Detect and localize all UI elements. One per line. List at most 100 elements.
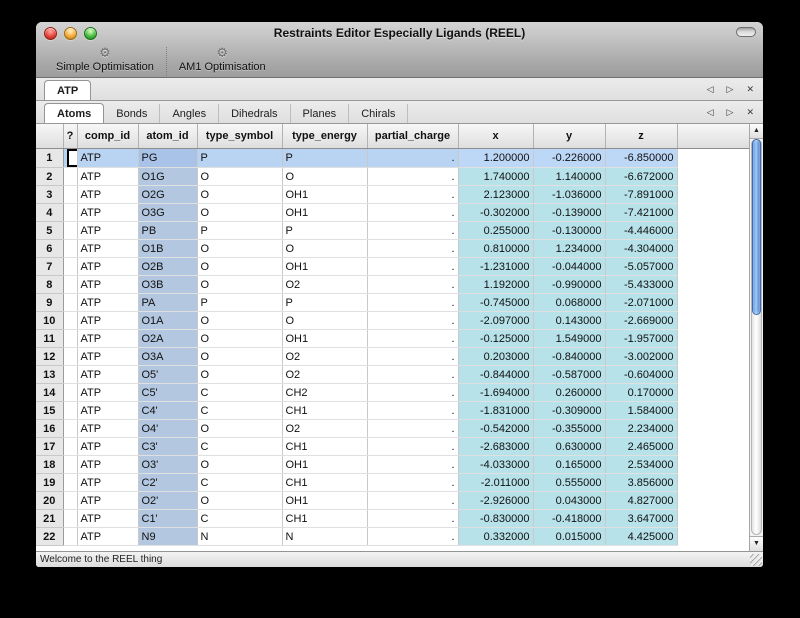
partial-charge-cell[interactable]: . [367, 258, 458, 276]
y-cell[interactable]: 1.140000 [533, 168, 605, 186]
type-symbol-cell[interactable]: P [197, 222, 282, 240]
z-cell[interactable]: -0.604000 [605, 366, 677, 384]
comp-id-cell[interactable]: ATP [77, 276, 138, 294]
question-cell[interactable] [63, 168, 77, 186]
comp-id-cell[interactable]: ATP [77, 186, 138, 204]
question-cell[interactable] [63, 366, 77, 384]
table-row[interactable]: 22ATPN9NN.0.3320000.0150004.425000 [36, 528, 749, 546]
tab-scroll-left-icon[interactable]: ◁ [707, 84, 714, 95]
column-header-comp-id[interactable]: comp_id [77, 124, 138, 149]
comp-id-cell[interactable]: ATP [77, 528, 138, 546]
x-cell[interactable]: -2.926000 [458, 492, 533, 510]
y-cell[interactable]: 1.234000 [533, 240, 605, 258]
type-energy-cell[interactable]: CH1 [282, 510, 367, 528]
x-cell[interactable]: 0.203000 [458, 348, 533, 366]
type-symbol-cell[interactable]: O [197, 420, 282, 438]
tab-close-icon[interactable]: ✕ [746, 107, 754, 118]
row-number[interactable]: 3 [36, 186, 63, 204]
x-cell[interactable]: -0.830000 [458, 510, 533, 528]
type-energy-cell[interactable]: O2 [282, 276, 367, 294]
row-number[interactable]: 6 [36, 240, 63, 258]
table-row[interactable]: 9ATPPAPP.-0.7450000.068000-2.071000 [36, 294, 749, 312]
y-cell[interactable]: -0.309000 [533, 402, 605, 420]
y-cell[interactable]: -0.044000 [533, 258, 605, 276]
atom-id-cell[interactable]: C2' [138, 474, 197, 492]
row-number[interactable]: 10 [36, 312, 63, 330]
scroll-down-icon[interactable]: ▼ [750, 536, 763, 551]
question-cell[interactable] [63, 492, 77, 510]
x-cell[interactable]: -1.231000 [458, 258, 533, 276]
comp-id-cell[interactable]: ATP [77, 456, 138, 474]
tab-atoms[interactable]: Atoms [44, 103, 104, 123]
table-row[interactable]: 12ATPO3AOO2.0.203000-0.840000-3.002000 [36, 348, 749, 366]
type-symbol-cell[interactable]: O [197, 366, 282, 384]
z-cell[interactable]: -7.891000 [605, 186, 677, 204]
z-cell[interactable]: -6.672000 [605, 168, 677, 186]
comp-id-cell[interactable]: ATP [77, 294, 138, 312]
table-row[interactable]: 8ATPO3BOO2.1.192000-0.990000-5.433000 [36, 276, 749, 294]
row-number[interactable]: 19 [36, 474, 63, 492]
question-cell[interactable] [63, 312, 77, 330]
partial-charge-cell[interactable]: . [367, 474, 458, 492]
atom-id-cell[interactable]: O1B [138, 240, 197, 258]
question-cell[interactable] [63, 510, 77, 528]
comp-id-cell[interactable]: ATP [77, 312, 138, 330]
z-cell[interactable]: -4.446000 [605, 222, 677, 240]
scrollbar-thumb[interactable] [752, 139, 761, 315]
partial-charge-cell[interactable]: . [367, 438, 458, 456]
y-cell[interactable]: 0.260000 [533, 384, 605, 402]
atom-id-cell[interactable]: C4' [138, 402, 197, 420]
type-symbol-cell[interactable]: O [197, 204, 282, 222]
table-row[interactable]: 13ATPO5'OO2.-0.844000-0.587000-0.604000 [36, 366, 749, 384]
question-cell[interactable] [63, 186, 77, 204]
question-cell[interactable] [63, 294, 77, 312]
scrollbar-track[interactable] [751, 139, 762, 535]
row-number[interactable]: 12 [36, 348, 63, 366]
partial-charge-cell[interactable]: . [367, 276, 458, 294]
column-header-x[interactable]: x [458, 124, 533, 149]
type-symbol-cell[interactable]: O [197, 492, 282, 510]
comp-id-cell[interactable]: ATP [77, 438, 138, 456]
type-energy-cell[interactable]: OH1 [282, 258, 367, 276]
row-number[interactable]: 20 [36, 492, 63, 510]
x-cell[interactable]: -0.542000 [458, 420, 533, 438]
type-symbol-cell[interactable]: O [197, 168, 282, 186]
y-cell[interactable]: 1.549000 [533, 330, 605, 348]
atom-id-cell[interactable]: O2B [138, 258, 197, 276]
partial-charge-cell[interactable]: . [367, 384, 458, 402]
table-row[interactable]: 11ATPO2AOOH1.-0.1250001.549000-1.957000 [36, 330, 749, 348]
y-cell[interactable]: -0.418000 [533, 510, 605, 528]
tab-scroll-left-icon[interactable]: ◁ [707, 107, 714, 118]
type-energy-cell[interactable]: O [282, 312, 367, 330]
table-row[interactable]: 20ATPO2'OOH1.-2.9260000.0430004.827000 [36, 492, 749, 510]
y-cell[interactable]: -0.130000 [533, 222, 605, 240]
z-cell[interactable]: 2.534000 [605, 456, 677, 474]
type-energy-cell[interactable]: OH1 [282, 186, 367, 204]
row-number[interactable]: 2 [36, 168, 63, 186]
z-cell[interactable]: 2.234000 [605, 420, 677, 438]
atom-id-cell[interactable]: PG [138, 149, 197, 168]
question-cell[interactable] [63, 258, 77, 276]
x-cell[interactable]: 1.192000 [458, 276, 533, 294]
tab-bonds[interactable]: Bonds [104, 104, 160, 123]
partial-charge-cell[interactable]: . [367, 366, 458, 384]
comp-id-cell[interactable]: ATP [77, 168, 138, 186]
type-energy-cell[interactable]: N [282, 528, 367, 546]
question-cell[interactable] [63, 384, 77, 402]
partial-charge-cell[interactable]: . [367, 294, 458, 312]
type-symbol-cell[interactable]: O [197, 348, 282, 366]
type-energy-cell[interactable]: O [282, 240, 367, 258]
z-cell[interactable]: -2.669000 [605, 312, 677, 330]
question-cell[interactable] [63, 204, 77, 222]
table-row[interactable]: 6ATPO1BOO.0.8100001.234000-4.304000 [36, 240, 749, 258]
question-cell[interactable] [63, 438, 77, 456]
table-row[interactable]: 2ATPO1GOO.1.7400001.140000-6.672000 [36, 168, 749, 186]
type-symbol-cell[interactable]: C [197, 474, 282, 492]
x-cell[interactable]: -1.694000 [458, 384, 533, 402]
atom-id-cell[interactable]: C3' [138, 438, 197, 456]
x-cell[interactable]: 2.123000 [458, 186, 533, 204]
toolbar-toggle-pill[interactable] [736, 27, 756, 37]
tab-close-icon[interactable]: ✕ [746, 84, 754, 95]
comp-id-cell[interactable]: ATP [77, 474, 138, 492]
column-header-type-energy[interactable]: type_energy [282, 124, 367, 149]
